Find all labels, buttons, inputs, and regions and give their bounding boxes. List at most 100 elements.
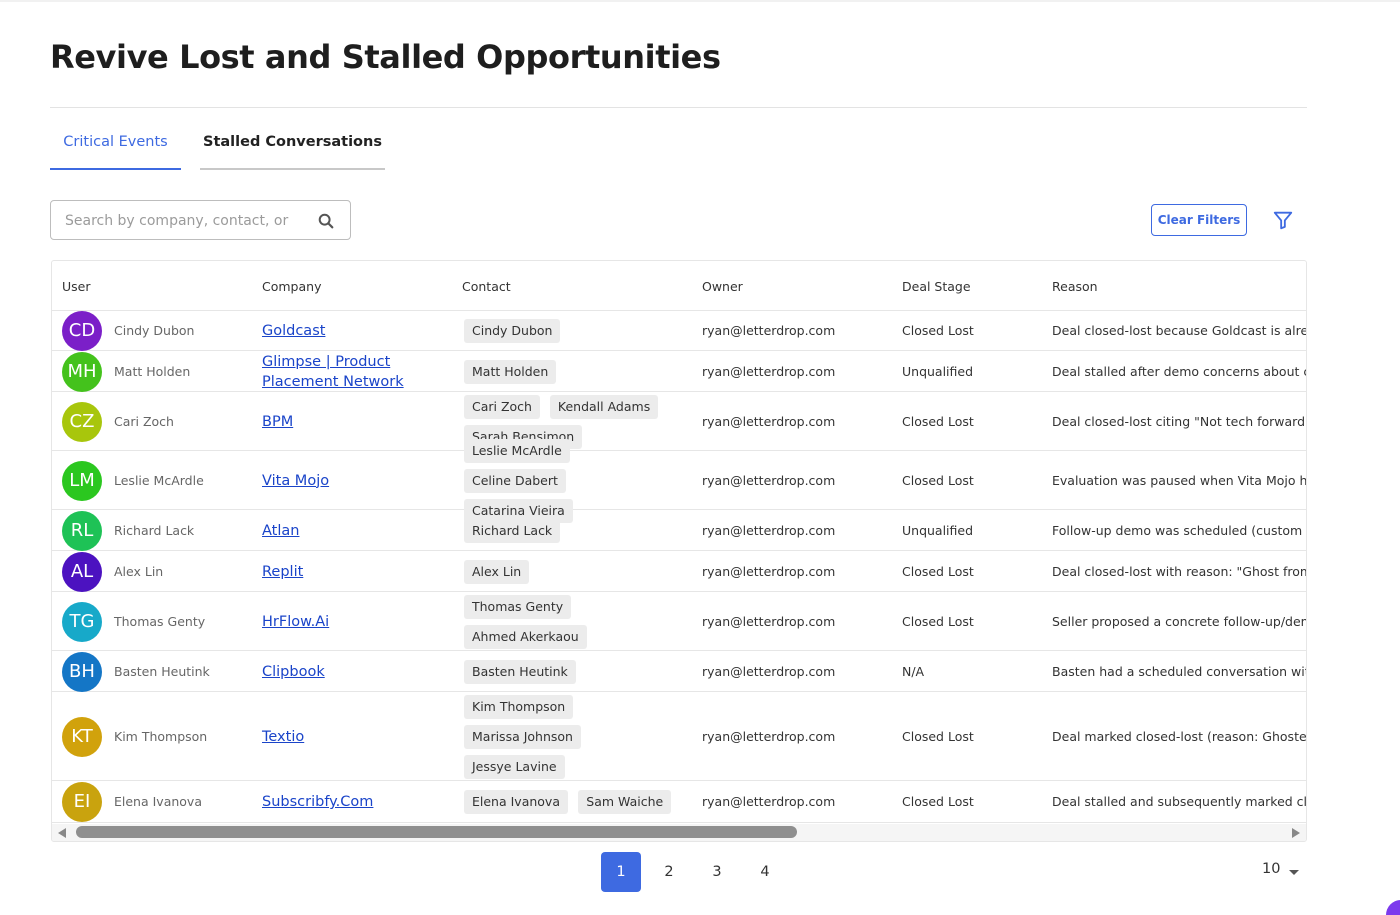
horizontal-scrollbar[interactable]	[52, 824, 1306, 841]
avatar: RL	[62, 510, 102, 551]
contact-chip[interactable]: Sam Waiche	[578, 790, 672, 814]
company-link[interactable]: BPM	[262, 412, 432, 432]
scroll-right-arrow-icon[interactable]	[1292, 828, 1300, 838]
column-header-reason: Reason	[1052, 279, 1098, 294]
contact-chip[interactable]: Basten Heutink	[464, 659, 576, 684]
avatar: CD	[62, 311, 102, 351]
table-row[interactable]: BH Basten Heutink Clipbook Basten Heutink ry…	[52, 651, 1307, 692]
contact-chip[interactable]: Elena Ivanova	[464, 790, 568, 814]
table-row[interactable]: RL Richard Lack Atlan Richard Lack ryan@lett…	[52, 510, 1307, 551]
reason-text: Deal marked closed-lost (reason: Ghosted	[1052, 728, 1307, 744]
page-2-button[interactable]: 2	[649, 852, 689, 892]
reason-text: Deal closed-lost with reason: "Ghost fro…	[1052, 563, 1307, 579]
company-link-text: Vita Mojo	[262, 472, 330, 489]
deal-stage: Closed Lost	[902, 323, 974, 338]
column-header-company: Company	[262, 279, 322, 294]
contact-chip[interactable]: Cindy Dubon	[464, 319, 561, 343]
company-link-text: Textio	[262, 728, 305, 745]
table-row[interactable]: CZ Cari Zoch BPM Cari Zoch Kendall Adams Sara…	[52, 392, 1307, 451]
company-link[interactable]: Textio	[262, 727, 432, 747]
contact-chips: Richard Lack	[464, 510, 684, 551]
company-link[interactable]: HrFlow.Ai	[262, 612, 432, 632]
contact-chips: Matt Holden	[464, 351, 684, 392]
reason-text: Follow-up demo was scheduled (custom d	[1052, 522, 1307, 538]
reason-text: Deal stalled after demo concerns about c…	[1052, 363, 1307, 379]
scroll-left-arrow-icon[interactable]	[58, 828, 66, 838]
reason-text: Basten had a scheduled conversation with	[1052, 663, 1307, 679]
company-link-text: Clipbook	[262, 663, 325, 680]
company-link-text: Goldcast	[262, 323, 326, 339]
contact-chip[interactable]: Cari Zoch	[464, 394, 540, 419]
contact-chip[interactable]: Marissa Johnson	[464, 724, 581, 749]
clear-filters-button[interactable]: Clear Filters	[1151, 204, 1247, 236]
deal-stage: Closed Lost	[902, 472, 974, 488]
contact-chips: Cindy Dubon	[464, 311, 684, 351]
company-link[interactable]: Clipbook	[262, 662, 432, 682]
user-name: Thomas Genty	[114, 613, 206, 629]
table-row[interactable]: MH Matt Holden Glimpse | Product Placement …	[52, 351, 1307, 392]
scrollbar-thumb[interactable]	[76, 826, 797, 838]
company-link-text: Glimpse | Product	[262, 353, 391, 370]
table-row[interactable]: KT Kim Thompson Textio Kim Thompson Marissa …	[52, 692, 1307, 781]
company-link[interactable]: Vita Mojo	[262, 471, 432, 491]
contact-chip[interactable]: Celine Dabert	[464, 468, 566, 493]
company-link[interactable]: Replit	[262, 562, 432, 582]
owner-email: ryan@letterdrop.com	[702, 794, 836, 809]
page-1-button[interactable]: 1	[601, 852, 641, 892]
company-link[interactable]: Atlan	[262, 521, 432, 541]
table-row[interactable]: LM Leslie McArdle Vita Mojo Leslie McArdle C…	[52, 438, 1306, 523]
table-row[interactable]: TG Thomas Genty HrFlow.Ai Thomas Genty Ahmed…	[52, 592, 1307, 651]
contact-chip[interactable]: Thomas Genty	[464, 594, 572, 619]
tab-stalled-conversations[interactable]: Stalled Conversations	[200, 130, 385, 170]
contact-chip[interactable]: Matt Holden	[464, 359, 557, 384]
company-link-text: Subscribfy.Com	[262, 794, 374, 810]
owner-email: ryan@letterdrop.com	[702, 323, 836, 338]
company-link[interactable]: Subscribfy.Com	[262, 792, 432, 812]
contact-chip[interactable]: Ahmed Akerkaou	[464, 624, 587, 649]
contact-chips: Basten Heutink	[464, 651, 684, 692]
user-name: Basten Heutink	[114, 663, 210, 679]
avatar: LM	[62, 460, 102, 501]
column-header-owner: Owner	[702, 279, 743, 294]
avatar: BH	[62, 651, 102, 692]
contact-chip[interactable]: Jessye Lavine	[464, 754, 565, 779]
title-divider	[50, 107, 1307, 108]
column-header-contact: Contact	[462, 279, 511, 294]
table-row[interactable]: EI Elena Ivanova Subscribfy.Com Elena Ivano…	[52, 781, 1306, 823]
search-input[interactable]	[65, 210, 301, 232]
page-size-select[interactable]: 10	[1262, 861, 1302, 883]
contact-chip[interactable]: Kim Thompson	[464, 694, 574, 719]
user-name: Cindy Dubon	[114, 323, 195, 338]
reason-text: Seller proposed a concrete follow-up/dem	[1052, 613, 1307, 629]
search-icon[interactable]	[317, 212, 335, 230]
contact-chip[interactable]: Kendall Adams	[549, 394, 659, 419]
page-3-button[interactable]: 3	[697, 852, 737, 892]
contact-chip[interactable]: Richard Lack	[464, 518, 561, 543]
table-row[interactable]: CD Cindy Dubon Goldcast Cindy Dubon ryan@let…	[52, 311, 1307, 351]
contact-chip[interactable]: Leslie McArdle	[464, 438, 570, 463]
reason-text: Deal closed-lost because Goldcast is alr…	[1052, 323, 1307, 338]
contact-chips: Alex Lin	[464, 551, 684, 592]
owner-email: ryan@letterdrop.com	[702, 522, 836, 538]
reason-text: Deal closed-lost citing "Not tech forwar…	[1052, 413, 1307, 429]
tab-critical-events[interactable]: Critical Events	[50, 130, 181, 170]
owner-email: ryan@letterdrop.com	[702, 613, 836, 629]
user-name: Leslie McArdle	[114, 472, 204, 488]
help-chat-bubble[interactable]	[1386, 900, 1400, 915]
contact-chips: Kim Thompson Marissa Johnson Jessye Lavine	[464, 692, 684, 781]
company-link[interactable]: Goldcast	[262, 321, 432, 341]
user-name: Elena Ivanova	[114, 794, 202, 809]
contact-chips: Leslie McArdle Celine Dabert Catarina Viei…	[464, 438, 684, 523]
company-link-text: Placement Network	[262, 373, 404, 390]
avatar: EI	[62, 782, 102, 822]
filter-icon[interactable]	[1272, 209, 1294, 231]
user-name: Cari Zoch	[114, 413, 174, 429]
owner-email: ryan@letterdrop.com	[702, 413, 836, 429]
table-row[interactable]: AL Alex Lin Replit Alex Lin ryan@letterdrop.…	[52, 551, 1307, 592]
page-4-button[interactable]: 4	[745, 852, 785, 892]
owner-email: ryan@letterdrop.com	[702, 663, 836, 679]
contact-chip[interactable]: Alex Lin	[464, 559, 530, 584]
table-header: User Company Contact Owner Deal Stage Re…	[52, 261, 1306, 311]
deal-stage: Unqualified	[902, 522, 974, 538]
company-link[interactable]: Glimpse | Product Placement Network	[262, 352, 432, 392]
